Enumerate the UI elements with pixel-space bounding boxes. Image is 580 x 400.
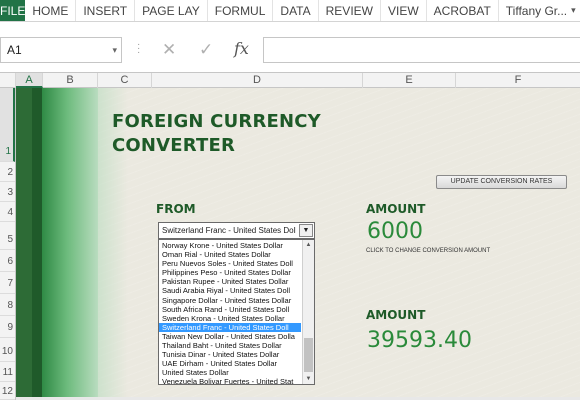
- dropdown-option[interactable]: Tunisia Dinar - United States Dollar: [159, 350, 301, 359]
- insert-function-icon[interactable]: fx: [234, 39, 249, 58]
- row-header-6[interactable]: 6: [0, 250, 15, 272]
- dropdown-option[interactable]: Sweden Krona - United States Dollar: [159, 314, 301, 323]
- dropdown-option[interactable]: UAE Dirham - United States Dollar: [159, 359, 301, 368]
- worksheet[interactable]: FOREIGN CURRENCY CONVERTER UPDATE CONVER…: [16, 88, 580, 398]
- ribbon-tab-bar: FILE HOME INSERT PAGE LAY FORMUL DATA RE…: [0, 0, 580, 22]
- tab-view[interactable]: VIEW: [381, 0, 427, 21]
- dropdown-option[interactable]: Taiwan New Dollar - United States Dolla: [159, 332, 301, 341]
- dropdown-option[interactable]: Oman Rial - United States Dollar: [159, 250, 301, 259]
- dropdown-option[interactable]: Singapore Dollar - United States Dollar: [159, 296, 301, 305]
- dropdown-option[interactable]: Peru Nuevos Soles - United States Doll: [159, 259, 301, 268]
- row-header-8[interactable]: 8: [0, 294, 15, 316]
- close-icon[interactable]: ✕: [162, 40, 176, 60]
- tab-page-layout[interactable]: PAGE LAY: [135, 0, 208, 21]
- title-line: FOREIGN CURRENCY: [112, 111, 321, 132]
- drag-handle-icon[interactable]: · · ·: [137, 40, 140, 58]
- dropdown-option[interactable]: Thailand Baht - United States Dollar: [159, 341, 301, 350]
- chevron-up-icon[interactable]: ▲: [303, 240, 314, 250]
- update-rates-button[interactable]: UPDATE CONVERSION RATES: [436, 175, 567, 189]
- converted-amount: 39593.40: [367, 328, 472, 353]
- dropdown-options: Norway Krone - United States Dollar Oman …: [159, 241, 301, 384]
- currency-select-value: Switzerland Franc - United States Doll: [162, 226, 296, 235]
- chevron-down-icon: ▾: [571, 5, 576, 15]
- column-header-c[interactable]: C: [98, 73, 152, 88]
- row-header-4[interactable]: 4: [0, 202, 15, 222]
- tab-home[interactable]: HOME: [25, 0, 77, 21]
- user-name: Tiffany Gr...: [505, 3, 568, 18]
- dropdown-option[interactable]: Saudi Arabia Riyal - United States Doll: [159, 286, 301, 295]
- column-header-a[interactable]: A: [16, 73, 43, 88]
- decorative-band: [42, 88, 98, 398]
- tab-review[interactable]: REVIEW: [319, 0, 381, 21]
- row-header-1[interactable]: 1: [0, 88, 15, 162]
- row-header-10[interactable]: 10: [0, 338, 15, 362]
- dropdown-option[interactable]: Philippines Peso - United States Dollar: [159, 268, 301, 277]
- chevron-down-icon[interactable]: ▼: [299, 224, 313, 237]
- name-box-value: A1: [7, 43, 22, 57]
- amount-label: AMOUNT: [366, 202, 426, 216]
- tab-formulas[interactable]: FORMUL: [208, 0, 274, 21]
- column-header-f[interactable]: F: [456, 73, 580, 88]
- decorative-band: [32, 88, 42, 398]
- currency-select[interactable]: Switzerland Franc - United States Doll ▼: [158, 222, 315, 239]
- dropdown-option[interactable]: South Africa Rand - United States Doll: [159, 305, 301, 314]
- amount-hint: CLICK TO CHANGE CONVERSION AMOUNT: [366, 248, 491, 254]
- column-header-b[interactable]: B: [43, 73, 98, 88]
- page-title: FOREIGN CURRENCY CONVERTER: [112, 110, 321, 158]
- row-headers: 1 2 3 4 5 6 7 8 9 10 11 12: [0, 88, 16, 400]
- row-header-5[interactable]: 5: [0, 222, 15, 250]
- row-header-9[interactable]: 9: [0, 316, 15, 338]
- from-label: FROM: [156, 202, 196, 216]
- column-header-e[interactable]: E: [363, 73, 456, 88]
- decorative-band: [16, 88, 32, 398]
- tab-insert[interactable]: INSERT: [76, 0, 136, 21]
- tab-file[interactable]: FILE: [0, 0, 26, 21]
- amount-input[interactable]: 6000: [367, 219, 423, 244]
- row-header-11[interactable]: 11: [0, 362, 15, 382]
- user-account[interactable]: Tiffany Gr... ▾: [499, 0, 580, 21]
- dropdown-option[interactable]: Pakistan Rupee - United States Dollar: [159, 277, 301, 286]
- scrollbar-thumb[interactable]: [304, 338, 313, 372]
- formula-input[interactable]: [263, 37, 580, 63]
- chevron-down-icon[interactable]: ▾: [112, 45, 117, 56]
- dropdown-option[interactable]: United States Dollar: [159, 368, 301, 377]
- row-header-12[interactable]: 12: [0, 382, 15, 400]
- dropdown-option[interactable]: Norway Krone - United States Dollar: [159, 241, 301, 250]
- tab-data[interactable]: DATA: [273, 0, 319, 21]
- formula-bar: A1 ▾ · · · ✕ ✓ fx: [0, 37, 580, 63]
- row-header-2[interactable]: 2: [0, 162, 15, 182]
- row-header-3[interactable]: 3: [0, 182, 15, 202]
- dropdown-option[interactable]: Venezuela Bolivar Fuertes - United Stat: [159, 377, 301, 384]
- chevron-down-icon[interactable]: ▼: [303, 374, 314, 384]
- scrollbar[interactable]: ▲ ▼: [302, 240, 314, 384]
- column-headers: A B C D E F: [0, 72, 580, 88]
- row-header-7[interactable]: 7: [0, 272, 15, 294]
- tab-acrobat[interactable]: ACROBAT: [427, 0, 499, 21]
- title-line: CONVERTER: [112, 135, 236, 156]
- amount-label: AMOUNT: [366, 308, 426, 322]
- name-box[interactable]: A1 ▾: [0, 37, 122, 63]
- checkmark-icon[interactable]: ✓: [199, 40, 213, 60]
- column-header-d[interactable]: D: [152, 73, 363, 88]
- dropdown-option[interactable]: Switzerland Franc - United States Doll: [159, 322, 301, 332]
- select-all-corner[interactable]: [0, 73, 16, 88]
- currency-dropdown-list[interactable]: Norway Krone - United States Dollar Oman …: [158, 239, 315, 385]
